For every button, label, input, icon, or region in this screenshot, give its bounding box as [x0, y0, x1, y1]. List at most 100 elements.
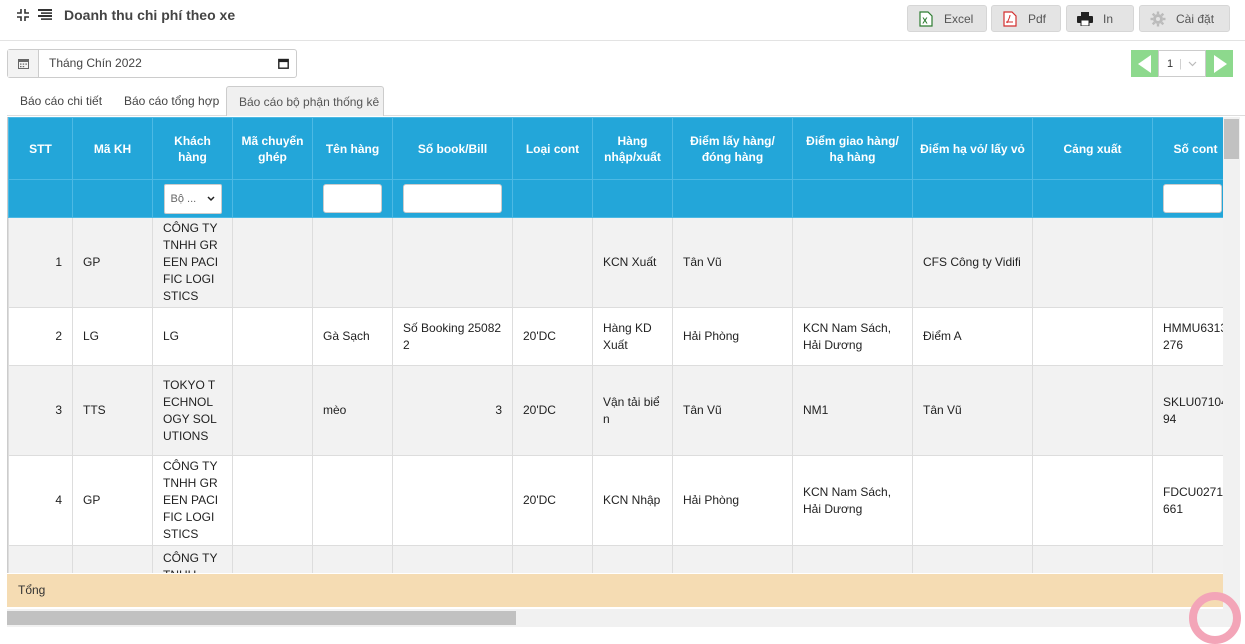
header-row: STT Mã KH Khách hàng Mã chuyến ghép Tên …: [8, 117, 1223, 180]
product-name-filter-input[interactable]: [323, 184, 382, 213]
col-header[interactable]: Điểm giao hàng/ hạ hàng: [792, 117, 913, 180]
pdf-label: Pdf: [1028, 11, 1047, 26]
table-row[interactable]: 1 GP CÔNG TY TNHH GREEN PACIFIC LOGISTICS K…: [8, 217, 1223, 308]
report-table: STT Mã KH Khách hàng Mã chuyến ghép Tên …: [8, 117, 1223, 573]
table-cell: LG: [152, 307, 233, 366]
table-cell: [232, 365, 313, 456]
total-label: Tổng: [18, 583, 46, 597]
table-cell: [1032, 217, 1153, 308]
horizontal-scrollbar[interactable]: [7, 609, 1240, 627]
list-icon[interactable]: [38, 9, 52, 21]
table-cell: [1032, 365, 1153, 456]
table-cell: NM1: [792, 365, 913, 456]
excel-button[interactable]: X Excel: [907, 5, 987, 32]
table-cell: [672, 545, 793, 573]
settings-button[interactable]: Cài đặt: [1139, 5, 1230, 32]
col-header[interactable]: Số book/Bill: [392, 117, 513, 180]
print-button[interactable]: In: [1066, 5, 1134, 32]
table-cell: [232, 545, 313, 573]
table-cell: [1032, 545, 1153, 573]
month-picker[interactable]: Tháng Chín 2022: [7, 49, 297, 78]
col-header[interactable]: Loại cont: [512, 117, 593, 180]
col-header[interactable]: Số cont: [1152, 117, 1223, 180]
table-cell: [1032, 307, 1153, 366]
table-cell: CÔNG TY TNHH GREEN PACIFIC LOGISTICS: [152, 217, 233, 308]
table-cell: Vận tải biển: [592, 365, 673, 456]
table-cell: KCN Nam Sách, Hải Dương: [792, 307, 913, 366]
table-cell: [512, 217, 593, 308]
page-number: 1: [1167, 57, 1174, 70]
tab-department-report[interactable]: Báo cáo bộ phận thống kê: [226, 86, 384, 116]
page-select[interactable]: 1 |: [1158, 50, 1206, 77]
gear-icon: [1150, 11, 1166, 27]
customer-filter-select[interactable]: Bộ ...: [163, 183, 222, 214]
col-header[interactable]: STT: [8, 117, 73, 180]
table-cell: [232, 455, 313, 546]
col-header[interactable]: Điểm hạ vỏ/ lấy vỏ: [912, 117, 1033, 180]
report-tabs: Báo cáo chi tiết Báo cáo tổng hợp Báo cá…: [7, 86, 1245, 116]
total-row: Tổng: [7, 574, 1223, 607]
table-cell: GP: [72, 217, 153, 308]
table-cell: Tân Vũ: [672, 217, 793, 308]
table-cell: Điểm A: [912, 307, 1033, 366]
table-cell: TOKYO TECHNOLOGY SOLUTIONS: [152, 365, 233, 456]
col-header[interactable]: Hàng nhập/xuất: [592, 117, 673, 180]
table-cell: Hải Phòng: [672, 307, 793, 366]
table-cell: FDCU0271661: [1152, 455, 1223, 546]
table-cell: 4: [8, 455, 73, 546]
table-cell: KCN Nhập: [592, 455, 673, 546]
calendar-icon: [8, 50, 39, 77]
tab-summary-report[interactable]: Báo cáo tổng hợp: [112, 86, 231, 116]
table-cell: Tân Vũ: [672, 365, 793, 456]
pdf-icon: [1002, 10, 1018, 27]
table-cell: [312, 217, 393, 308]
table-cell: [392, 455, 513, 546]
table-cell: [72, 545, 153, 573]
table-row[interactable]: 4 GP CÔNG TY TNHH GREEN PACIFIC LOGISTICS 2…: [8, 455, 1223, 546]
table-cell: KCN Nam Sách, Hải Dương: [792, 455, 913, 546]
table-cell: 20'DC: [512, 307, 593, 366]
pdf-button[interactable]: Pdf: [991, 5, 1061, 32]
table-cell: GP: [72, 455, 153, 546]
compress-icon[interactable]: [16, 8, 30, 22]
table-cell: Gà Sạch: [312, 307, 393, 366]
table-cell: 20'DC: [512, 455, 593, 546]
col-header[interactable]: Mã chuyến ghép: [232, 117, 313, 180]
table-cell: [312, 545, 393, 573]
col-header[interactable]: Tên hàng: [312, 117, 393, 180]
excel-label: Excel: [944, 11, 974, 26]
prev-page-button[interactable]: [1131, 50, 1158, 77]
report-grid: STT Mã KH Khách hàng Mã chuyến ghép Tên …: [7, 117, 1223, 573]
booking-filter-input[interactable]: [403, 184, 502, 213]
customer-filter-value: Bộ ...: [170, 192, 197, 205]
table-cell: HMMU6313276: [1152, 307, 1223, 366]
col-header[interactable]: Điểm lấy hàng/ đóng hàng: [672, 117, 793, 180]
table-cell: 1: [8, 217, 73, 308]
table-cell: [232, 217, 313, 308]
table-row[interactable]: 2 LG LG Gà Sạch Số Booking 250822 20'DC Hàng K…: [8, 307, 1223, 366]
table-cell: [592, 545, 673, 573]
chat-bubble-icon[interactable]: [1189, 592, 1241, 644]
vertical-scroll-thumb[interactable]: [1224, 119, 1239, 159]
table-cell: [1032, 455, 1153, 546]
table-row[interactable]: 3 TTS TOKYO TECHNOLOGY SOLUTIONS mèo 3 20'DC V…: [8, 365, 1223, 456]
table-cell: [8, 545, 73, 573]
calendar-picker-icon[interactable]: [270, 50, 296, 77]
container-filter-input[interactable]: [1163, 184, 1222, 213]
table-cell: [792, 545, 913, 573]
col-header[interactable]: Khách hàng: [152, 117, 233, 180]
page-title: Doanh thu chi phí theo xe: [64, 7, 236, 23]
table-cell: [1152, 545, 1223, 573]
col-header[interactable]: Mã KH: [72, 117, 153, 180]
table-row[interactable]: CÔNG TY TNHH: [8, 545, 1223, 573]
horizontal-scroll-thumb[interactable]: [7, 611, 516, 625]
vertical-scrollbar[interactable]: [1223, 117, 1240, 609]
next-page-button[interactable]: [1206, 50, 1233, 77]
table-cell: 3: [8, 365, 73, 456]
month-value[interactable]: Tháng Chín 2022: [39, 50, 270, 77]
table-cell: KCN Xuất: [592, 217, 673, 308]
table-cell: CÔNG TY TNHH: [152, 545, 233, 573]
table-cell: [912, 545, 1033, 573]
col-header[interactable]: Cảng xuất: [1032, 117, 1153, 180]
tab-detail-report[interactable]: Báo cáo chi tiết: [8, 86, 114, 116]
